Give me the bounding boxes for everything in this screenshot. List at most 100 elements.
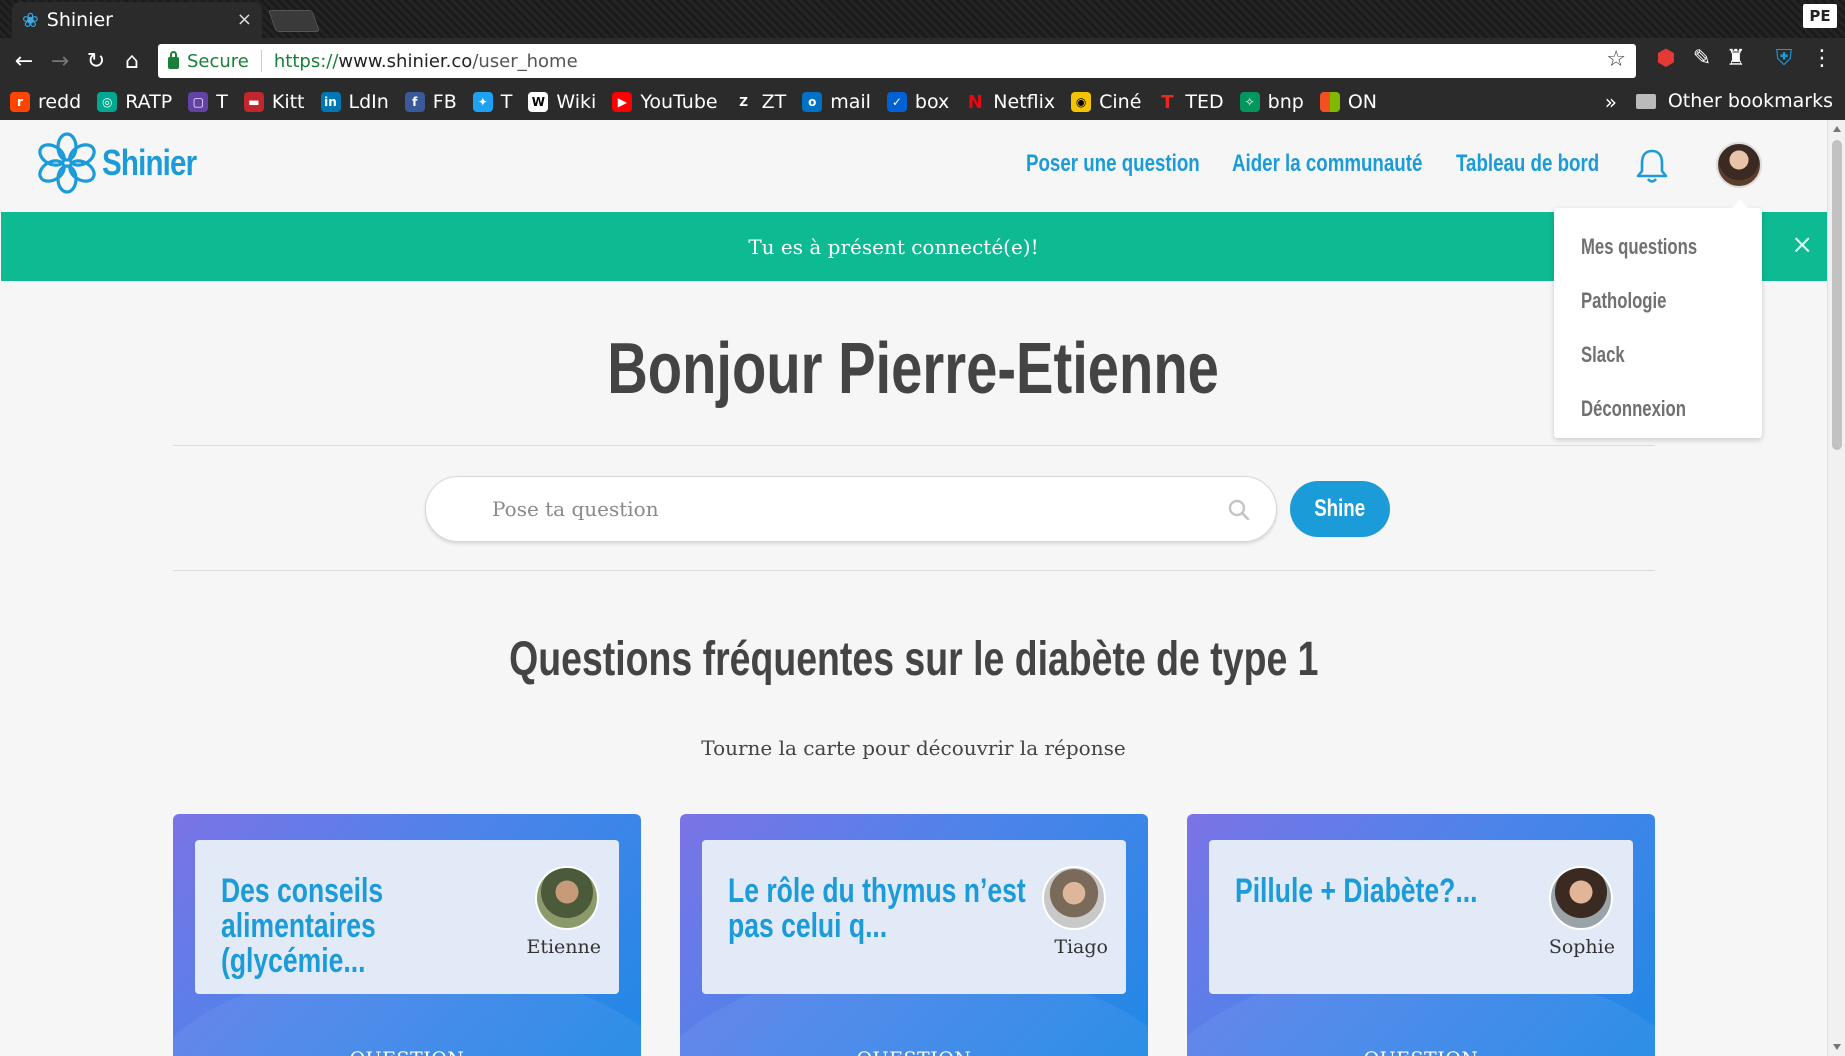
alert-close-icon[interactable]: × [1791, 230, 1813, 260]
page-viewport: Shinier Poser une question Aider la comm… [0, 120, 1827, 1056]
card-question: Pillule + Diabète?... [1235, 872, 1478, 910]
cinema-icon: ◉ [1071, 92, 1092, 112]
bookmark-item[interactable]: ▢ T [188, 91, 228, 113]
user-avatar[interactable] [1716, 142, 1762, 188]
extension-shield-icon[interactable]: ⛨ [1766, 46, 1802, 71]
bookmark-item[interactable]: o mail [802, 91, 871, 113]
tab-close-icon[interactable]: × [237, 9, 252, 30]
address-bar[interactable]: Secure https:// www.shinier.co /user_hom… [158, 44, 1636, 78]
greeting-heading: Bonjour Pierre-Etienne [607, 329, 1220, 409]
menu-item-my-questions[interactable]: Mes questions [1554, 220, 1762, 274]
nav-ask-question[interactable]: Poser une question [1026, 150, 1200, 178]
faq-subtitle: Tourne la carte pour découvrir la répons… [701, 736, 1126, 760]
youtube-icon: ▶ [612, 92, 633, 112]
browser-toolbar: ← → ↻ ⌂ Secure https:// www.shinier.co /… [0, 38, 1845, 84]
browser-tab-strip: ❀ Shinier × PE [0, 0, 1845, 38]
wikipedia-icon: W [528, 92, 549, 112]
faq-card-list: Des conseils alimentaires (glycémie... E… [173, 814, 1655, 1056]
bookmark-star-icon[interactable]: ☆ [1606, 47, 1626, 72]
shinier-logo-icon [38, 132, 96, 194]
bookmark-item[interactable]: ✦ T [472, 91, 512, 113]
card-author: Sophie [1548, 936, 1615, 958]
url-host: www.shinier.co [338, 50, 473, 72]
bookmark-item[interactable]: T TED [1157, 91, 1224, 113]
bookmark-item[interactable]: f FB [404, 91, 457, 113]
bookmark-item[interactable]: ▶ YouTube [612, 91, 718, 113]
faq-title: Questions fréquentes sur le diabète de t… [508, 633, 1319, 686]
adblock-icon[interactable]: ⬢ [1648, 46, 1684, 71]
url-path: /user_home [472, 50, 578, 72]
home-icon[interactable]: ⌂ [114, 49, 150, 74]
bnp-icon: ✧ [1239, 92, 1260, 112]
bookmark-item[interactable]: ◎ RATP [97, 91, 172, 113]
faq-card[interactable]: Le rôle du thymus n’est pas celui q... T… [680, 814, 1148, 1056]
facebook-icon: f [404, 92, 425, 112]
browser-tab[interactable]: ❀ Shinier × [12, 2, 262, 38]
browser-menu-icon[interactable]: ⋮ [1804, 46, 1840, 71]
bookmarks-overflow-button[interactable]: » [1605, 90, 1617, 114]
card-front: Le rôle du thymus n’est pas celui q... T… [702, 840, 1126, 994]
netflix-icon: N [965, 92, 986, 113]
zt-icon: Z [733, 92, 754, 112]
bookmark-item[interactable]: W Wiki [528, 91, 596, 113]
bookmark-item[interactable]: ▬ Kitt [243, 91, 305, 113]
kitt-icon: ▬ [243, 92, 264, 112]
question-search-box [425, 476, 1277, 542]
faq-card[interactable]: Des conseils alimentaires (glycémie... E… [173, 814, 641, 1056]
extension-pen-icon[interactable]: ✎ [1684, 46, 1720, 71]
bookmark-item[interactable]: ✓ box [886, 91, 949, 113]
secure-label: Secure [187, 50, 249, 72]
author-avatar [535, 866, 599, 930]
page-scrollbar[interactable] [1827, 120, 1845, 1056]
bookmark-item[interactable]: in LdIn [320, 91, 389, 113]
scroll-down-arrow-icon[interactable] [1833, 1044, 1841, 1050]
lock-icon [168, 51, 179, 69]
nav-help-community[interactable]: Aider la communauté [1232, 150, 1422, 178]
extension-bat-icon[interactable]: ♜ [1718, 46, 1754, 71]
notification-bell-icon[interactable] [1634, 146, 1670, 186]
twitter-icon: ✦ [472, 92, 493, 112]
divider [173, 445, 1655, 446]
new-tab-button[interactable] [267, 10, 321, 32]
nav-dashboard[interactable]: Tableau de bord [1456, 150, 1599, 178]
author-avatar [1042, 866, 1106, 930]
reload-icon[interactable]: ↻ [78, 49, 114, 74]
site-header: Shinier Poser une question Aider la comm… [0, 120, 1827, 212]
alert-message: Tu es à présent connecté(e)! [748, 234, 1039, 259]
box-icon: ✓ [886, 92, 907, 112]
question-search-input[interactable] [492, 491, 1192, 527]
menu-item-pathology[interactable]: Pathologie [1554, 274, 1762, 328]
bookmarks-bar: r redd ◎ RATP ▢ T ▬ Kitt in LdIn f FB ✦ T W Wiki… [0, 84, 1845, 120]
card-question: Le rôle du thymus n’est pas celui q... [728, 872, 1026, 945]
profile-button[interactable]: PE [1803, 4, 1837, 28]
bookmark-item[interactable]: Z ZT [733, 91, 786, 113]
bookmark-item[interactable]: ◉ Ciné [1071, 91, 1141, 113]
scroll-up-arrow-icon[interactable] [1833, 126, 1841, 132]
bookmark-item[interactable]: N Netflix [965, 91, 1055, 113]
bookmark-item[interactable]: ✧ bnp [1239, 91, 1304, 113]
scrollbar-thumb[interactable] [1832, 140, 1842, 450]
url-protocol: https:// [273, 50, 339, 72]
divider [173, 570, 1655, 571]
reddit-icon: r [10, 92, 30, 112]
search-icon[interactable] [1228, 499, 1250, 521]
shine-button[interactable]: Shine [1290, 481, 1390, 537]
outlook-icon: o [802, 92, 823, 112]
faq-card[interactable]: Pillule + Diabète?... Sophie QUESTION [1187, 814, 1655, 1056]
card-label: QUESTION [1187, 1048, 1655, 1056]
twitch-icon: ▢ [188, 92, 209, 112]
back-icon[interactable]: ← [6, 49, 42, 74]
logo-text: Shinier [102, 142, 197, 183]
bookmark-item[interactable]: r redd [10, 91, 81, 113]
bookmark-item[interactable]: ON [1319, 91, 1377, 113]
card-author: Etienne [526, 936, 601, 958]
other-bookmarks[interactable]: Other bookmarks [1635, 90, 1833, 112]
site-logo[interactable]: Shinier [36, 130, 217, 196]
forward-icon[interactable]: → [42, 49, 78, 74]
ted-icon: T [1157, 92, 1178, 113]
card-front: Des conseils alimentaires (glycémie... E… [195, 840, 619, 994]
shinier-favicon-icon: ❀ [22, 8, 39, 32]
card-label: QUESTION [680, 1048, 1148, 1056]
ratp-icon: ◎ [97, 92, 118, 112]
card-front: Pillule + Diabète?... Sophie [1209, 840, 1633, 994]
